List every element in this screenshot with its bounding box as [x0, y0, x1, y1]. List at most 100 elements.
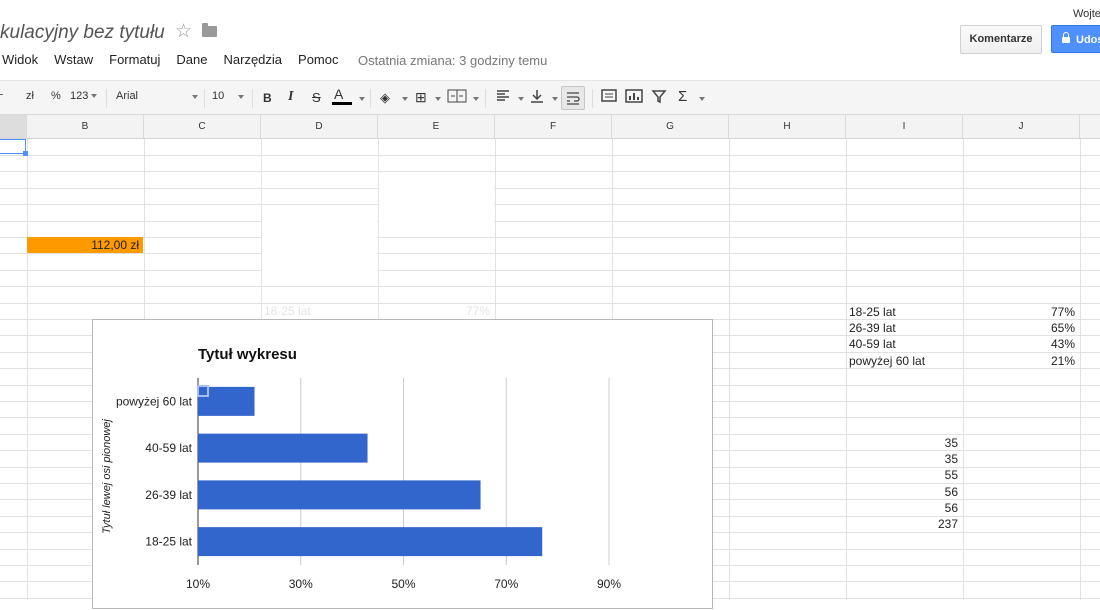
share-button[interactable]: Udos: [1051, 25, 1100, 53]
ghost-label-d: 18-25 lat: [264, 304, 311, 318]
cell-j-value[interactable]: 43%: [963, 336, 1075, 352]
blank-region-d: [262, 221, 377, 281]
cell-i-number[interactable]: 55: [846, 467, 958, 483]
x-tick-label: 10%: [186, 577, 210, 591]
grid-row-line: [0, 221, 1100, 222]
menu-data[interactable]: Dane: [176, 52, 207, 70]
menu-tools[interactable]: Narzędzia: [224, 52, 283, 70]
insert-chart-icon[interactable]: [624, 88, 644, 107]
column-header-j[interactable]: J: [963, 115, 1080, 138]
y-category-label: 18-25 lat: [145, 535, 192, 549]
chevron-down-icon: [238, 95, 244, 99]
percent-format-button[interactable]: %: [51, 90, 61, 102]
fill-handle[interactable]: [23, 151, 28, 156]
fill-color-icon[interactable]: ◈: [380, 90, 390, 106]
paint-format-icon[interactable]: ⌐: [0, 89, 3, 101]
chevron-down-icon[interactable]: [699, 97, 705, 101]
column-header-d[interactable]: D: [261, 115, 378, 138]
chevron-down-icon: [192, 95, 198, 99]
currency-format-button[interactable]: zł: [26, 90, 34, 102]
cell-i-number[interactable]: 56: [846, 484, 958, 500]
y-axis-title: Tytuł lewej osi pionowej: [101, 419, 113, 534]
grid-column-line: [963, 139, 964, 600]
blank-region-e: [379, 172, 494, 236]
grid-row-line: [0, 188, 1100, 189]
vertical-align-icon[interactable]: [529, 88, 545, 107]
filter-icon[interactable]: [651, 88, 667, 107]
chart-bar: [198, 527, 543, 557]
align-left-icon[interactable]: [495, 88, 511, 107]
cell-i-label[interactable]: 26-39 lat: [849, 320, 896, 336]
ghost-value-e: 77%: [466, 304, 491, 318]
cell-i-label[interactable]: 40-59 lat: [849, 336, 896, 352]
cell-b9[interactable]: 112,00 zł: [27, 237, 143, 253]
chevron-down-icon[interactable]: [402, 97, 408, 101]
cell-j-value[interactable]: 65%: [963, 320, 1075, 336]
italic-button[interactable]: I: [288, 89, 293, 105]
lock-icon: [1062, 32, 1070, 43]
column-header-f[interactable]: F: [495, 115, 612, 138]
column-header-a[interactable]: [0, 115, 27, 138]
y-category-label: powyżej 60 lat: [116, 394, 193, 408]
merge-cells-icon[interactable]: [447, 88, 467, 107]
text-color-button[interactable]: A: [332, 86, 352, 105]
menu-insert[interactable]: Wstaw: [54, 52, 93, 70]
chart-bar: [198, 480, 481, 510]
cell-j-value[interactable]: 21%: [963, 353, 1075, 369]
bold-button[interactable]: B: [263, 91, 272, 105]
grid-row-line: [0, 171, 1100, 172]
chevron-down-icon[interactable]: [359, 97, 365, 101]
cell-i-number[interactable]: 56: [846, 500, 958, 516]
document-title[interactable]: kulacyjny bez tytułu: [0, 22, 165, 44]
menu-help[interactable]: Pomoc: [298, 52, 338, 70]
grid-column-line: [729, 139, 730, 600]
cell-i-number[interactable]: 237: [846, 516, 958, 532]
comments-button[interactable]: Komentarze: [960, 25, 1042, 54]
chart-bar: [198, 386, 255, 416]
last-change-status[interactable]: Ostatnia zmiana: 3 godziny temu: [358, 53, 547, 68]
chart-title: Tytuł wykresu: [198, 346, 297, 363]
column-header-e[interactable]: E: [378, 115, 495, 138]
x-tick-label: 50%: [391, 577, 415, 591]
strikethrough-button[interactable]: S: [312, 90, 321, 105]
column-header-i[interactable]: I: [846, 115, 963, 138]
menu-format[interactable]: Formatuj: [109, 52, 160, 70]
chevron-down-icon[interactable]: [518, 97, 524, 101]
insert-comment-icon[interactable]: [600, 88, 618, 107]
column-header-b[interactable]: B: [27, 115, 144, 138]
column-headers: B C D E F G H I J: [0, 115, 1100, 139]
borders-icon[interactable]: ⊞: [415, 89, 427, 106]
column-header-g[interactable]: G: [612, 115, 729, 138]
folder-icon[interactable]: [202, 23, 217, 37]
chevron-down-icon[interactable]: [435, 97, 441, 101]
sum-functions-label: Σ: [678, 88, 688, 105]
text-wrap-button[interactable]: [561, 86, 585, 110]
font-family-dropdown[interactable]: Arial: [116, 90, 198, 102]
grid-column-line: [27, 139, 28, 600]
sum-functions-button[interactable]: Σ: [678, 88, 687, 105]
column-header-k[interactable]: [1080, 115, 1100, 138]
cell-i-label[interactable]: 18-25 lat: [849, 304, 896, 320]
cell-i-number[interactable]: 35: [846, 435, 958, 451]
column-header-c[interactable]: C: [144, 115, 261, 138]
chevron-down-icon[interactable]: [552, 97, 558, 101]
grid-row-line: [0, 155, 1100, 156]
selected-cell-a1[interactable]: [0, 139, 28, 156]
cell-i-number[interactable]: 35: [846, 451, 958, 467]
embedded-chart[interactable]: Tytuł wykresu 10% 30% 50% 70% 90% powyżej 60 l…: [92, 319, 713, 609]
chevron-down-icon[interactable]: [473, 97, 479, 101]
cell-i-label[interactable]: powyżej 60 lat: [849, 353, 925, 369]
cell-j-value[interactable]: 77%: [963, 304, 1075, 320]
more-formats-dropdown[interactable]: 123: [70, 90, 98, 102]
x-tick-label: 70%: [494, 577, 518, 591]
user-name[interactable]: Wojte: [1073, 8, 1100, 20]
star-outline-icon[interactable]: ☆: [175, 20, 192, 43]
menu-bar: Widok Wstaw Formatuj Dane Narzędzia Pomo…: [0, 52, 353, 70]
grid-row-line: [0, 237, 1100, 238]
grid-row-line: [0, 303, 1100, 304]
grid-row-line: [0, 204, 1100, 205]
font-size-dropdown[interactable]: 10: [212, 90, 244, 102]
y-category-label: 40-59 lat: [145, 441, 192, 455]
menu-view[interactable]: Widok: [2, 52, 38, 70]
column-header-h[interactable]: H: [729, 115, 846, 138]
